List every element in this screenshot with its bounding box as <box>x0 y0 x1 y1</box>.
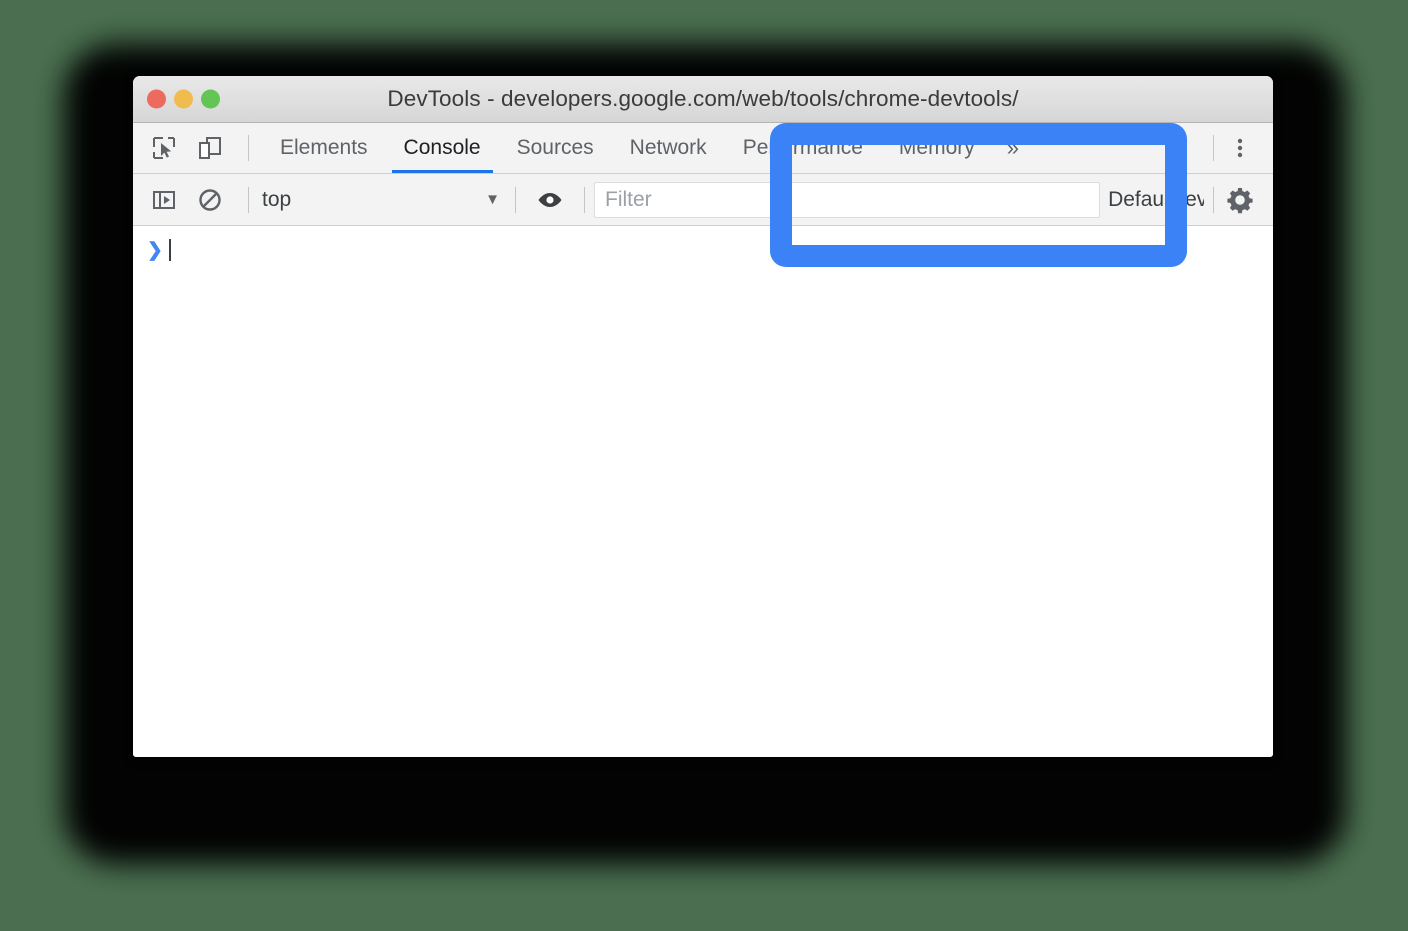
eye-icon[interactable] <box>533 183 567 217</box>
filterbar-divider-3 <box>584 186 585 213</box>
console-text-caret <box>169 239 171 261</box>
tabstrip-tool-icons <box>133 131 258 165</box>
filterbar-right-cluster <box>1204 174 1273 225</box>
minimize-window-button[interactable] <box>174 89 193 109</box>
gear-icon[interactable] <box>1223 183 1257 217</box>
execution-context-selector[interactable]: top ▼ <box>258 188 506 212</box>
inspect-element-icon[interactable] <box>147 131 181 165</box>
clear-console-icon[interactable] <box>193 183 227 217</box>
window-titlebar: DevTools - developers.google.com/web/too… <box>133 76 1273 123</box>
devtools-tabs: Elements Console Sources Network Perform… <box>262 123 1033 173</box>
filterbar-divider-1 <box>248 186 249 213</box>
filterbar-right-divider <box>1213 186 1214 213</box>
maximize-window-button[interactable] <box>201 89 220 109</box>
filterbar-divider-2 <box>515 186 516 213</box>
filterbar-left-icons <box>133 183 258 217</box>
tab-memory[interactable]: Memory <box>881 123 993 173</box>
tabs-overflow-button[interactable]: » <box>993 123 1033 173</box>
chevron-down-icon: ▼ <box>485 191 500 208</box>
traffic-lights <box>147 89 220 109</box>
filter-placeholder: Filter <box>605 187 652 211</box>
window-title: DevTools - developers.google.com/web/too… <box>387 86 1019 111</box>
devtools-window: DevTools - developers.google.com/web/too… <box>133 76 1273 757</box>
tab-performance[interactable]: Performance <box>725 123 881 173</box>
tab-console[interactable]: Console <box>386 123 499 173</box>
execution-context-value: top <box>262 187 292 211</box>
console-prompt-row[interactable]: ❯ <box>133 236 1273 264</box>
tabstrip-right-divider <box>1213 135 1214 161</box>
devtools-tabstrip: Elements Console Sources Network Perform… <box>133 123 1273 174</box>
console-output-area[interactable]: ❯ <box>133 226 1273 756</box>
console-sidebar-icon[interactable] <box>147 183 181 217</box>
tabstrip-divider <box>248 135 249 161</box>
close-window-button[interactable] <box>147 89 166 109</box>
tabstrip-right-cluster <box>1204 123 1273 173</box>
tab-elements[interactable]: Elements <box>262 123 386 173</box>
tab-sources[interactable]: Sources <box>499 123 612 173</box>
device-toolbar-icon[interactable] <box>193 131 227 165</box>
filter-input[interactable]: Filter <box>594 181 1101 218</box>
more-options-icon[interactable] <box>1223 131 1257 165</box>
console-filter-toolbar: top ▼ Filter Default levels ▼ <box>133 174 1273 226</box>
prompt-chevron-icon: ❯ <box>147 239 163 261</box>
tab-network[interactable]: Network <box>612 123 725 173</box>
